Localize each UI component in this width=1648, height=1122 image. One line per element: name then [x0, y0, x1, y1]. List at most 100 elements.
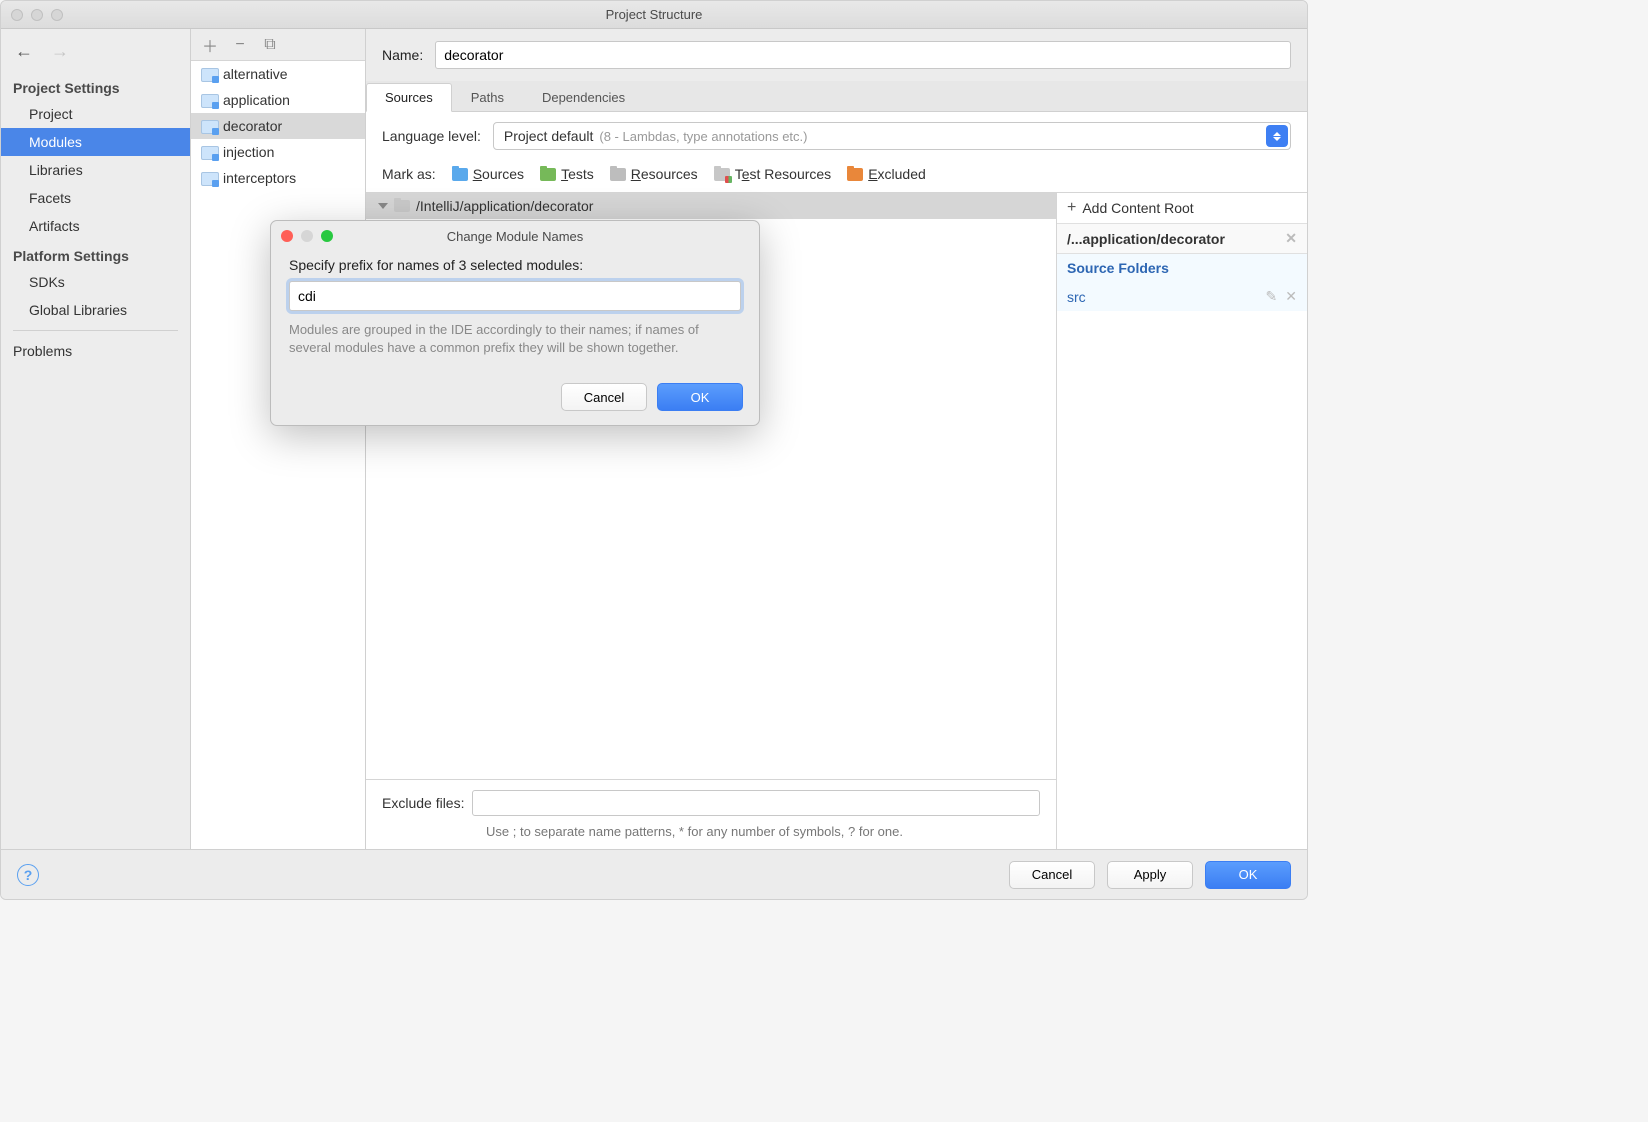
exclude-input[interactable]: [472, 790, 1040, 816]
add-content-root[interactable]: + Add Content Root: [1057, 193, 1307, 224]
exclude-hint: Use ; to separate name patterns, * for a…: [366, 820, 1056, 849]
dialog-prompt-label: Specify prefix for names of 3 selected m…: [289, 257, 741, 273]
prefix-input[interactable]: [289, 281, 741, 311]
content-root-path: /IntelliJ/application/decorator: [416, 198, 593, 214]
add-module-icon[interactable]: ＋: [201, 36, 219, 54]
remove-module-icon[interactable]: −: [231, 36, 249, 54]
sidebar: ← → Project Settings Project Modules Lib…: [1, 29, 191, 849]
project-structure-window: Project Structure ← → Project Settings P…: [0, 0, 1308, 900]
module-label: injection: [223, 144, 274, 160]
markas-excluded[interactable]: Excluded: [847, 166, 926, 182]
nav-modules[interactable]: Modules: [1, 128, 190, 156]
copy-module-icon[interactable]: ⧉: [261, 36, 279, 54]
module-interceptors[interactable]: interceptors: [191, 165, 365, 191]
nav-arrows: ← →: [1, 35, 190, 72]
remove-icon[interactable]: ✕: [1285, 288, 1297, 305]
nav-back-icon[interactable]: ←: [15, 41, 33, 62]
right-panel: + Add Content Root /...application/decor…: [1057, 193, 1307, 849]
folder-icon: [610, 168, 626, 181]
module-name-input[interactable]: [435, 41, 1291, 69]
module-icon: [201, 93, 217, 107]
module-label: application: [223, 92, 290, 108]
edit-icon[interactable]: ✎: [1266, 288, 1278, 305]
tab-dependencies[interactable]: Dependencies: [523, 83, 644, 111]
module-label: alternative: [223, 66, 288, 82]
footer: ? Cancel Apply OK: [1, 849, 1307, 899]
folder-icon: [540, 168, 556, 181]
window-title: Project Structure: [1, 7, 1307, 22]
change-module-names-dialog: Change Module Names Specify prefix for n…: [270, 220, 760, 426]
modules-toolbar: ＋ − ⧉: [191, 29, 365, 61]
module-alternative[interactable]: alternative: [191, 61, 365, 87]
dialog-buttons: Cancel OK: [271, 373, 759, 425]
chevron-updown-icon: [1266, 125, 1288, 147]
module-injection[interactable]: injection: [191, 139, 365, 165]
apply-button[interactable]: Apply: [1107, 861, 1193, 889]
ok-button[interactable]: OK: [1205, 861, 1291, 889]
disclosure-triangle-icon[interactable]: [378, 203, 388, 209]
sidebar-divider: [13, 330, 178, 331]
markas-resources[interactable]: Resources: [610, 166, 698, 182]
module-icon: [201, 67, 217, 81]
module-label: decorator: [223, 118, 282, 134]
module-icon: [201, 119, 217, 133]
language-level-select[interactable]: Project default (8 - Lambdas, type annot…: [493, 122, 1291, 150]
dialog-hint: Modules are grouped in the IDE according…: [289, 321, 741, 357]
nav-global-libraries[interactable]: Global Libraries: [1, 296, 190, 324]
markas-label: Mark as:: [382, 166, 436, 182]
markas-tests[interactable]: Tests: [540, 166, 594, 182]
language-level-hint: (8 - Lambdas, type annotations etc.): [599, 129, 807, 144]
body: ← → Project Settings Project Modules Lib…: [1, 29, 1307, 849]
nav-facets[interactable]: Facets: [1, 184, 190, 212]
module-application[interactable]: application: [191, 87, 365, 113]
module-decorator[interactable]: decorator: [191, 113, 365, 139]
name-row: Name:: [366, 29, 1307, 81]
dialog-cancel-button[interactable]: Cancel: [561, 383, 647, 411]
dialog-title: Change Module Names: [271, 229, 759, 244]
dialog-body: Specify prefix for names of 3 selected m…: [271, 251, 759, 373]
source-folders-header: Source Folders: [1057, 254, 1307, 282]
name-label: Name:: [382, 47, 423, 63]
folder-icon: [394, 200, 410, 212]
dialog-titlebar: Change Module Names: [271, 221, 759, 251]
section-project-settings: Project Settings: [1, 72, 190, 100]
module-icon: [201, 171, 217, 185]
tab-sources[interactable]: Sources: [366, 83, 452, 112]
folder-icon: [847, 168, 863, 181]
nav-project[interactable]: Project: [1, 100, 190, 128]
help-icon[interactable]: ?: [17, 864, 39, 886]
language-level-value: Project default: [504, 128, 594, 144]
content-root-row[interactable]: /IntelliJ/application/decorator: [366, 193, 1056, 219]
tab-paths[interactable]: Paths: [452, 83, 523, 111]
nav-problems[interactable]: Problems: [1, 337, 190, 365]
source-folder-name: src: [1067, 289, 1086, 305]
markas-test-resources[interactable]: Test Resources: [714, 166, 832, 182]
module-list: alternative application decorator inject…: [191, 61, 365, 849]
plus-icon: +: [1067, 199, 1076, 217]
footer-buttons: Cancel Apply OK: [1009, 861, 1291, 889]
nav-artifacts[interactable]: Artifacts: [1, 212, 190, 240]
content-root-path-row[interactable]: /...application/decorator ✕: [1057, 224, 1307, 254]
source-folder-row[interactable]: src ✎ ✕: [1057, 282, 1307, 311]
content-root-path-text: /...application/decorator: [1067, 231, 1225, 247]
folder-icon: [452, 168, 468, 181]
section-platform-settings: Platform Settings: [1, 240, 190, 268]
folder-icon: [714, 168, 730, 181]
delete-root-icon[interactable]: ✕: [1285, 230, 1297, 247]
nav-libraries[interactable]: Libraries: [1, 156, 190, 184]
language-level-label: Language level:: [382, 128, 481, 144]
dialog-ok-button[interactable]: OK: [657, 383, 743, 411]
main-panel: Name: Sources Paths Dependencies Languag…: [366, 29, 1307, 849]
markas-row: Mark as: Sources Tests Resources Test Re…: [366, 160, 1307, 192]
cancel-button[interactable]: Cancel: [1009, 861, 1095, 889]
modules-column: ＋ − ⧉ alternative application decorator …: [191, 29, 366, 849]
nav-forward-icon[interactable]: →: [51, 41, 69, 62]
markas-sources[interactable]: Sources: [452, 166, 524, 182]
exclude-label: Exclude files:: [382, 795, 464, 811]
module-icon: [201, 145, 217, 159]
exclude-row: Exclude files:: [366, 779, 1056, 820]
module-label: interceptors: [223, 170, 296, 186]
source-folder-actions: ✎ ✕: [1266, 288, 1297, 305]
tabs: Sources Paths Dependencies: [366, 81, 1307, 112]
nav-sdks[interactable]: SDKs: [1, 268, 190, 296]
